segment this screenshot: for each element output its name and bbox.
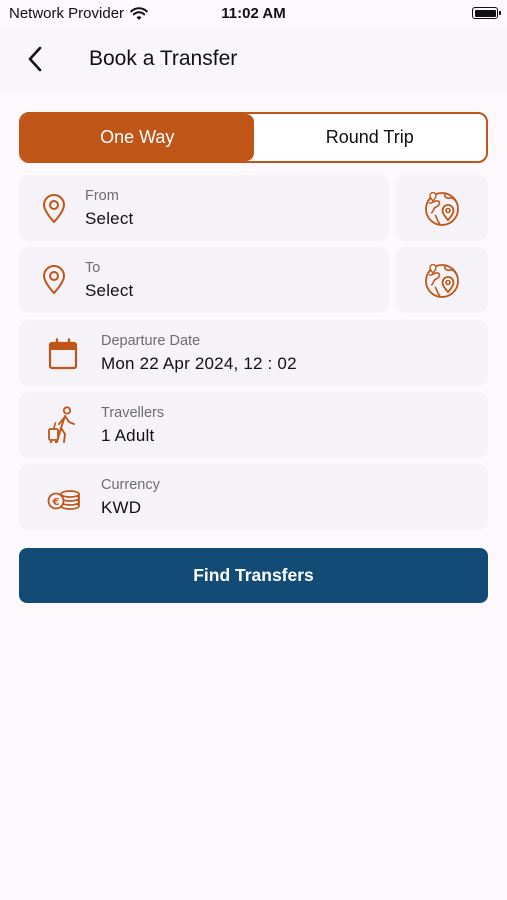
find-transfers-button[interactable]: Find Transfers: [19, 548, 488, 603]
globe-map-icon: [425, 263, 459, 298]
currency-value: KWD: [101, 498, 142, 517]
traveller-luggage-icon: [48, 406, 75, 444]
to-value: Select: [85, 281, 134, 300]
currency-label: Currency: [101, 477, 160, 493]
chevron-left-icon: [28, 46, 42, 72]
departure-date-label: Departure Date: [101, 333, 201, 349]
tab-round-trip[interactable]: Round Trip: [254, 114, 487, 161]
trip-type-toggle: One Way Round Trip: [19, 112, 488, 163]
travellers-value: 1 Adult: [101, 426, 155, 445]
status-bar: Network Provider 11:02 AM: [0, 0, 507, 28]
currency-field[interactable]: € Currency KWD: [19, 464, 488, 530]
travellers-label: Travellers: [101, 405, 165, 421]
location-pin-icon: [43, 265, 65, 294]
from-label: From: [85, 188, 119, 204]
from-map-button[interactable]: [396, 175, 488, 241]
calendar-icon: [48, 338, 78, 370]
from-field[interactable]: From Select: [19, 175, 389, 241]
travellers-field[interactable]: Travellers 1 Adult: [19, 392, 488, 458]
back-button[interactable]: [20, 44, 50, 74]
location-pin-icon: [43, 194, 65, 223]
page-title: Book a Transfer: [89, 47, 238, 70]
battery-icon: [472, 7, 501, 19]
departure-date-value: Mon 22 Apr 2024, 12 : 02: [101, 354, 297, 373]
to-field[interactable]: To Select: [19, 247, 389, 313]
tab-one-way[interactable]: One Way: [21, 114, 254, 161]
status-time: 11:02 AM: [221, 5, 286, 22]
svg-text:€: €: [52, 497, 60, 508]
departure-date-field[interactable]: Departure Date Mon 22 Apr 2024, 12 : 02: [19, 320, 488, 386]
to-map-button[interactable]: [396, 247, 488, 313]
to-label: To: [85, 260, 101, 276]
globe-map-icon: [425, 191, 459, 226]
app-header: Book a Transfer: [0, 28, 507, 94]
from-value: Select: [85, 209, 134, 228]
coins-icon: €: [47, 490, 80, 510]
